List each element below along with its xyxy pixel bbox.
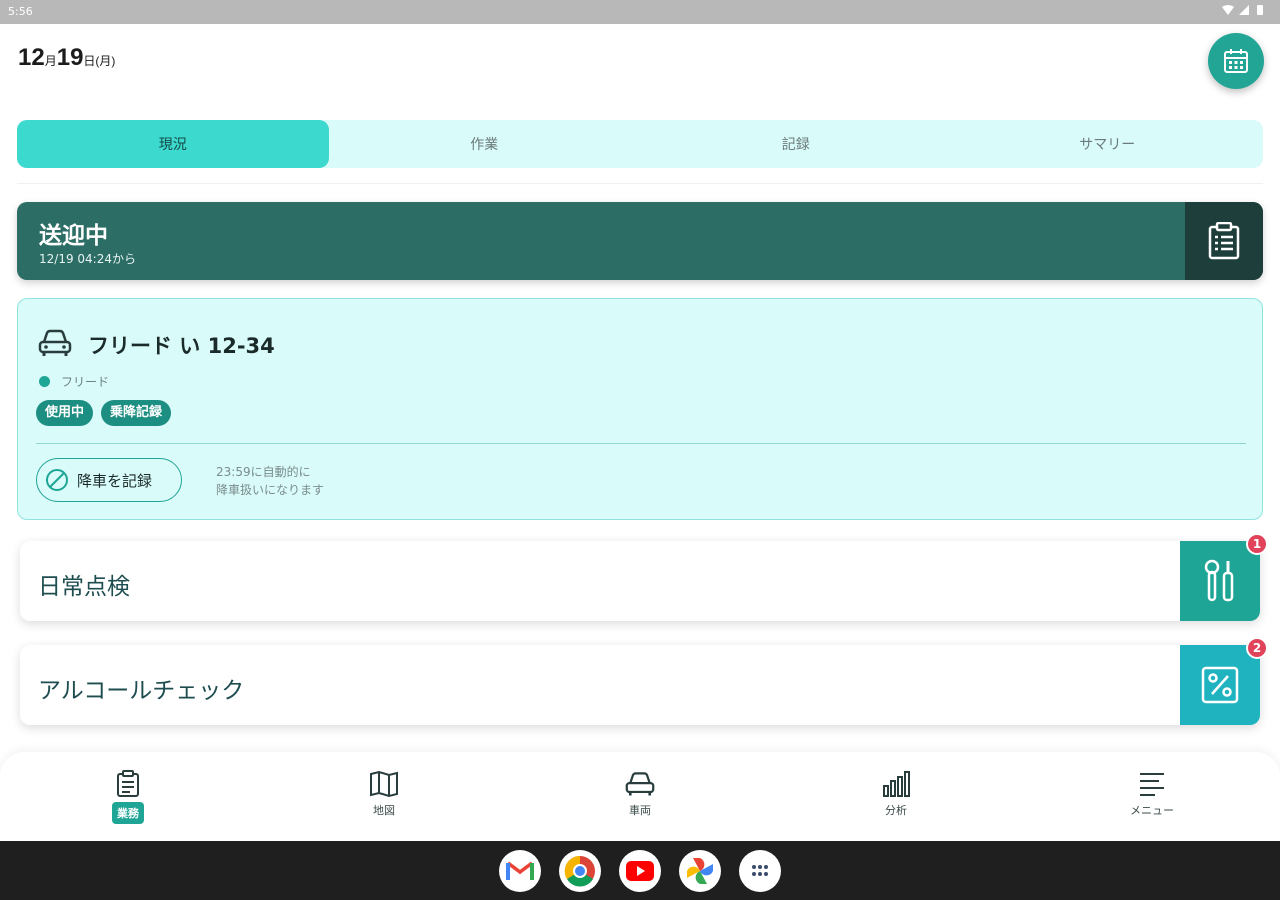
nav-item-map[interactable]: 地図 [256, 752, 512, 841]
clipboard-icon [117, 770, 139, 797]
prohibited-icon [46, 469, 68, 491]
signal-icon [1239, 5, 1249, 15]
vehicle-type: フリード [61, 375, 110, 389]
tab-work[interactable]: 作業 [329, 120, 641, 168]
notification-badge: 1 [1246, 533, 1268, 555]
tab-records[interactable]: 記録 [640, 120, 952, 168]
tools-icon [1204, 559, 1234, 602]
tab-status[interactable]: 現況 [17, 120, 329, 168]
nav-item-work[interactable]: 業務 [0, 752, 256, 841]
status-time: 5:56 [8, 5, 33, 18]
daily-inspection-button[interactable]: 1 [1180, 533, 1268, 621]
daily-inspection-card[interactable]: 日常点検 1 [20, 533, 1268, 621]
android-taskbar [0, 841, 1280, 900]
vehicle-name: フリード い 12-34 [88, 334, 275, 358]
divider [17, 183, 1263, 184]
gmail-icon[interactable] [499, 849, 541, 892]
vehicle-type-dot [39, 376, 50, 387]
current-date: 12月19日(月) [18, 44, 116, 71]
app-drawer-icon[interactable] [739, 849, 781, 892]
tab-summary[interactable]: サマリー [952, 120, 1264, 168]
status-since: 12/19 04:24から [39, 252, 136, 266]
calendar-button[interactable] [1208, 33, 1264, 89]
status-detail-button[interactable] [1185, 202, 1263, 280]
car-icon [38, 329, 72, 356]
wifi-icon [1222, 5, 1234, 15]
vehicle-chips: 使用中 乗降記録 [36, 400, 172, 426]
nav-item-vehicle[interactable]: 車両 [512, 752, 768, 841]
nav-item-menu[interactable]: メニュー [1024, 752, 1280, 841]
auto-alighting-note: 23:59に自動的に 降車扱いになります [216, 465, 325, 497]
system-icons [1222, 4, 1266, 16]
current-status-card: 送迎中 12/19 04:24から [17, 202, 1263, 280]
bottom-navigation: 業務 地図 車両 分析 メニュー [0, 752, 1280, 841]
chrome-icon[interactable] [559, 849, 601, 892]
tab-bar: 現況 作業 記録 サマリー [17, 120, 1263, 168]
nav-label-menu: メニュー [1130, 804, 1174, 817]
youtube-icon[interactable] [619, 849, 661, 892]
photos-icon[interactable] [679, 849, 721, 892]
battery-icon [1257, 5, 1263, 15]
alcohol-check-label: アルコールチェック [38, 678, 245, 704]
daily-inspection-label: 日常点検 [38, 574, 130, 600]
nav-item-analytics[interactable]: 分析 [768, 752, 1024, 841]
system-status-bar: 5:56 [0, 0, 1280, 24]
boarding-record-chip[interactable]: 乗降記録 [101, 400, 172, 426]
alcohol-check-card[interactable]: アルコールチェック 2 [20, 637, 1268, 725]
percent-icon [1201, 666, 1239, 704]
map-icon [370, 770, 398, 798]
notification-badge: 2 [1246, 637, 1268, 659]
menu-lines-icon [1140, 773, 1164, 796]
alcohol-check-button[interactable]: 2 [1180, 637, 1268, 725]
calendar-icon [1224, 49, 1248, 73]
vehicle-card: フリード い 12-34 フリード 使用中 乗降記録 降車を記録 23:59に自… [17, 298, 1263, 520]
car-icon [625, 772, 655, 796]
bar-chart-icon [883, 771, 910, 797]
divider [36, 443, 1246, 444]
record-alighting-button[interactable]: 降車を記録 [36, 458, 182, 502]
nav-label-vehicle: 車両 [629, 804, 651, 817]
status-title: 送迎中 [39, 223, 108, 249]
record-alighting-label: 降車を記録 [77, 471, 153, 490]
nav-label-analytics: 分析 [885, 804, 907, 817]
clipboard-icon [1208, 222, 1240, 260]
nav-label-map: 地図 [373, 804, 395, 817]
in-use-chip: 使用中 [36, 400, 94, 426]
nav-label-work: 業務 [112, 802, 144, 824]
